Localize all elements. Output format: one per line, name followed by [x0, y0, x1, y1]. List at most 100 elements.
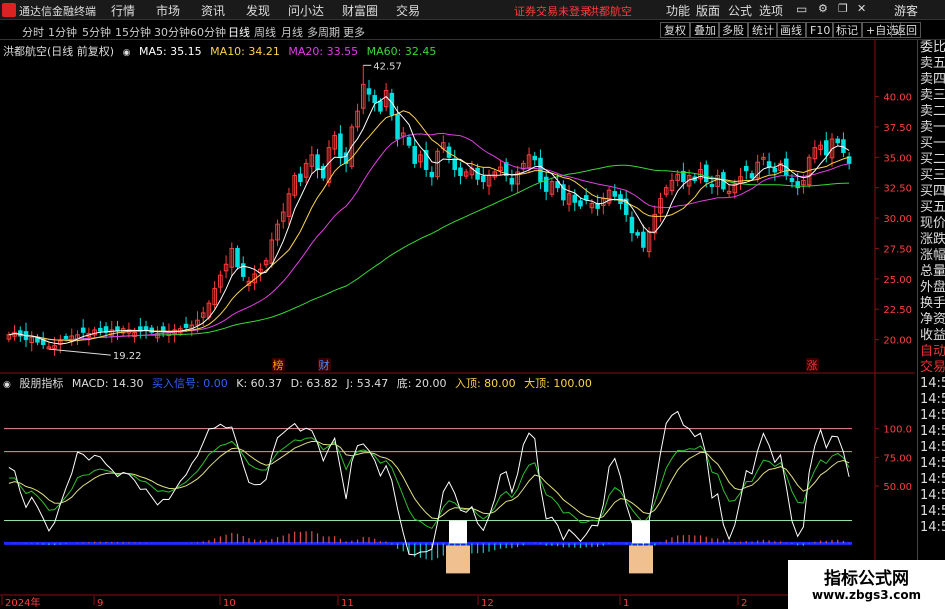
period-multi[interactable]: 多周期	[307, 24, 340, 40]
sidebar-nav[interactable]: 净资	[918, 312, 945, 328]
menu-xuanxiang[interactable]: 选项	[759, 2, 783, 19]
btn-duogu[interactable]: 多股	[718, 22, 748, 38]
legend-toggle-icon[interactable]: ◉	[123, 48, 131, 58]
close-icon[interactable]: ✕	[857, 2, 866, 15]
app-logo-icon	[2, 3, 16, 17]
candle-down	[703, 164, 709, 183]
stock-title: 洪都航空(日线 前复权)	[3, 45, 115, 58]
sidebar-trade[interactable]: 交易	[918, 360, 945, 376]
sidebar-sell5[interactable]: 卖五	[918, 56, 945, 72]
menu-gongneng[interactable]: 功能	[666, 2, 690, 19]
sidebar-change[interactable]: 涨跌	[918, 232, 945, 248]
period-1min[interactable]: 1分钟	[48, 24, 77, 40]
sidebar-volume[interactable]: 总量	[918, 264, 945, 280]
price-axis-label: 37.50	[883, 123, 912, 134]
menu-caifuquan[interactable]: 财富圈	[342, 2, 378, 19]
sidebar-weibi[interactable]: 委比	[918, 40, 945, 56]
period-more[interactable]: 更多	[343, 24, 365, 40]
sidebar-turnover[interactable]: 换手	[918, 296, 945, 312]
candle-down	[572, 194, 578, 203]
indicator-top: 大顶: 100.00	[524, 377, 592, 390]
login-notice[interactable]: 证券交易未登录	[514, 3, 591, 19]
sidebar-sell2[interactable]: 卖二	[918, 104, 945, 120]
sidebar-time-4: 14:56	[920, 424, 945, 439]
period-daily[interactable]: 日线	[228, 24, 250, 40]
candle-down	[824, 140, 829, 156]
sidebar-auto[interactable]: 自动	[918, 344, 945, 360]
signal-box-2-top	[632, 520, 650, 544]
menu-zixun[interactable]: 资讯	[201, 2, 225, 19]
sidebar-eps[interactable]: 收益	[918, 328, 945, 344]
candle-down	[235, 247, 240, 268]
sidebar-pct[interactable]: 涨幅	[918, 248, 945, 264]
period-fenshi[interactable]: 分时	[22, 24, 44, 40]
notice-stock-name: 洪都航空	[588, 5, 632, 18]
kline-chart-svg[interactable]: 40.00 37.50 35.00 32.50 30.00 27.50 25.00 22.50…	[0, 40, 915, 609]
sidebar-buy3[interactable]: 买三	[918, 168, 945, 184]
menu-faxian[interactable]: 发现	[246, 2, 270, 19]
candle-down	[635, 232, 640, 236]
sidebar-buy5[interactable]: 买五	[918, 200, 945, 216]
chart-area[interactable]: 40.00 37.50 35.00 32.50 30.00 27.50 25.00 22.50…	[0, 40, 915, 609]
j-line	[8, 410, 850, 556]
sidebar-buy2[interactable]: 买二	[918, 152, 945, 168]
legend-ma20: MA20: 33.55	[288, 45, 359, 58]
indicator-legend: ◉ 股朋指标 MACD: 14.30 买入信号: 0.00 K: 60.37 D…	[3, 375, 597, 391]
indicator-buy: 买入信号: 0.00	[152, 377, 228, 390]
menu-shichang[interactable]: 市场	[156, 2, 180, 19]
sidebar-outer[interactable]: 外盘	[918, 280, 945, 296]
signal-box-1-top	[449, 520, 467, 544]
sidebar-time-3: 14:56	[920, 408, 945, 423]
btn-fuquan[interactable]: 复权	[660, 22, 690, 38]
sidebar-time-10: 14:56	[920, 520, 945, 535]
indicator-k: K: 60.37	[236, 377, 283, 390]
period-toolbar: 分时 1分钟 5分钟 15分钟 30分钟 60分钟 日线 周线 月线 多周期 更…	[0, 21, 945, 40]
legend-ma5: MA5: 35.15	[138, 45, 202, 58]
menu-jiaoyi[interactable]: 交易	[396, 2, 420, 19]
period-monthly[interactable]: 月线	[281, 24, 303, 40]
btn-f10[interactable]: F10	[806, 22, 835, 38]
date-axis-label: 1	[623, 598, 629, 609]
indicator-toggle-icon[interactable]: ◉	[3, 380, 11, 390]
menu-hangqing[interactable]: 行情	[111, 2, 135, 19]
sidebar-price[interactable]: 现价	[918, 216, 945, 232]
sidebar-sell4[interactable]: 卖四	[918, 72, 945, 88]
sidebar-buy4[interactable]: 买四	[918, 184, 945, 200]
period-30min[interactable]: 30分钟	[154, 24, 190, 40]
date-axis-label: 2024年	[5, 596, 40, 609]
period-15min[interactable]: 15分钟	[115, 24, 151, 40]
candle-down	[578, 200, 583, 207]
candle-down	[772, 167, 778, 173]
sidebar-time-2: 14:56	[920, 392, 945, 407]
candle-down	[612, 191, 618, 197]
btn-huaxian[interactable]: 画线	[776, 22, 806, 38]
btn-diejia[interactable]: 叠加	[690, 22, 720, 38]
candle-down	[395, 114, 400, 140]
event-marker-1: 榜	[273, 358, 284, 372]
ma20-line	[8, 132, 850, 341]
period-5min[interactable]: 5分钟	[82, 24, 111, 40]
date-axis-label: 10	[223, 598, 236, 609]
indicator-axis-label: 75.00	[883, 453, 912, 464]
minimize-icon[interactable]: ▭	[796, 2, 807, 16]
candle-down	[835, 138, 840, 144]
period-60min[interactable]: 60分钟	[190, 24, 226, 40]
sidebar-sell3[interactable]: 卖三	[918, 88, 945, 104]
btn-tongji[interactable]: 统计	[748, 22, 778, 38]
sidebar-sell1[interactable]: 卖一	[918, 120, 945, 136]
menu-banmian[interactable]: 版面	[696, 2, 720, 19]
candle-down	[338, 133, 343, 158]
settings-icon[interactable]: ⚙	[818, 2, 828, 15]
menu-gongshi[interactable]: 公式	[728, 2, 752, 19]
guest-label[interactable]: 游客	[894, 2, 918, 19]
btn-back[interactable]: 返回	[891, 22, 921, 38]
price-axis-label: 25.00	[883, 275, 912, 286]
btn-biaoji[interactable]: 标记	[832, 22, 862, 38]
menu-wenxiaoda[interactable]: 问小达	[288, 2, 324, 19]
sidebar-time-1: 14:56	[920, 376, 945, 391]
candle-down	[366, 88, 372, 95]
restore-icon[interactable]: ❐	[838, 2, 848, 15]
period-weekly[interactable]: 周线	[254, 24, 276, 40]
sidebar-buy1[interactable]: 买一	[918, 136, 945, 152]
candle-down	[583, 195, 589, 201]
